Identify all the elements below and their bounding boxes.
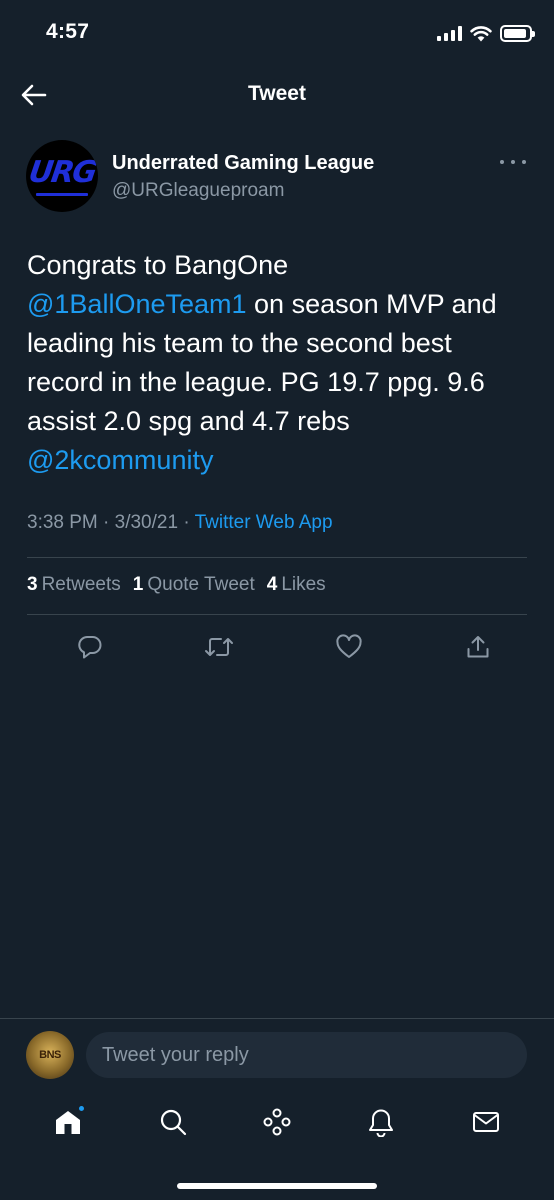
spaces-icon <box>263 1108 291 1136</box>
reply-button[interactable] <box>64 628 116 666</box>
tweet-source-link[interactable]: Twitter Web App <box>195 512 333 533</box>
status-time: 4:57 <box>46 20 90 43</box>
nav-header: Tweet <box>0 68 554 122</box>
page-title: Tweet <box>248 82 306 105</box>
tweet-text-line: assist 2.0 spg and 4.7 rebs <box>27 406 350 436</box>
tweet-author: URG Underrated Gaming League @URGleaguep… <box>26 138 528 214</box>
battery-icon <box>500 24 535 42</box>
wifi-icon <box>470 25 492 41</box>
reply-input[interactable] <box>86 1032 527 1078</box>
reply-icon <box>78 635 102 659</box>
author-name[interactable]: Underrated Gaming League <box>112 152 374 175</box>
like-button[interactable] <box>323 628 375 666</box>
more-options-button[interactable] <box>500 154 526 170</box>
status-bar: 4:57 <box>0 0 554 68</box>
quote-tweets-stat[interactable]: 1 Quote Tweet <box>133 574 255 596</box>
tweet-text-line: @2kcommunity <box>27 441 531 480</box>
tweet-timestamp: 3:38 PM · 3/30/21 · Twitter Web App <box>27 512 333 534</box>
bottom-tab-bar <box>0 1092 554 1152</box>
mention-link[interactable]: @1BallOneTeam1 <box>27 289 247 319</box>
more-horizontal-icon <box>500 160 504 164</box>
avatar-logo: URG <box>26 154 98 190</box>
tweet-text-line: leading his team to the second best <box>27 328 452 358</box>
cellular-signal-icon <box>437 25 462 41</box>
retweet-icon <box>205 638 234 656</box>
tweet-detail-screen: 4:57 Tweet URG Underrated Gaming League … <box>0 0 554 1200</box>
tweet-text-line: Congrats to BangOne <box>27 250 289 280</box>
unread-dot <box>77 1104 87 1113</box>
bell-icon <box>369 1109 394 1137</box>
tweet-text-line: @1BallOneTeam1 on season MVP and <box>27 289 497 319</box>
user-avatar[interactable]: BNS <box>26 1031 74 1079</box>
home-indicator <box>177 1183 377 1189</box>
retweets-stat[interactable]: 3 Retweets <box>27 574 121 596</box>
mail-icon <box>472 1112 499 1132</box>
tab-home[interactable] <box>38 1094 98 1150</box>
likes-stat[interactable]: 4 Likes <box>267 574 326 596</box>
tab-spaces[interactable] <box>247 1094 307 1150</box>
tweet-text-line: record in the league. PG 19.7 ppg. 9.6 <box>27 367 485 397</box>
tab-notifications[interactable] <box>351 1094 411 1150</box>
retweet-button[interactable] <box>193 628 245 666</box>
timestamp-text: 3:38 PM · 3/30/21 · <box>27 512 195 533</box>
reply-bar: BNS <box>0 1018 554 1090</box>
share-icon <box>467 636 489 658</box>
tweet-stats: 3 Retweets 1 Quote Tweet 4 Likes <box>27 574 326 596</box>
share-button[interactable] <box>452 628 504 666</box>
tweet-actions <box>64 628 504 666</box>
search-icon <box>160 1109 186 1136</box>
divider <box>27 557 527 558</box>
mention-link[interactable]: @2kcommunity <box>27 445 213 475</box>
tab-messages[interactable] <box>456 1094 516 1150</box>
status-icons <box>437 22 535 44</box>
tab-search[interactable] <box>143 1094 203 1150</box>
divider <box>27 614 527 615</box>
author-handle[interactable]: @URGleagueproam <box>112 180 284 202</box>
author-avatar[interactable]: URG <box>26 140 98 212</box>
tweet-text: Congrats to BangOne @1BallOneTeam1 on se… <box>27 246 531 480</box>
heart-icon <box>336 634 362 658</box>
